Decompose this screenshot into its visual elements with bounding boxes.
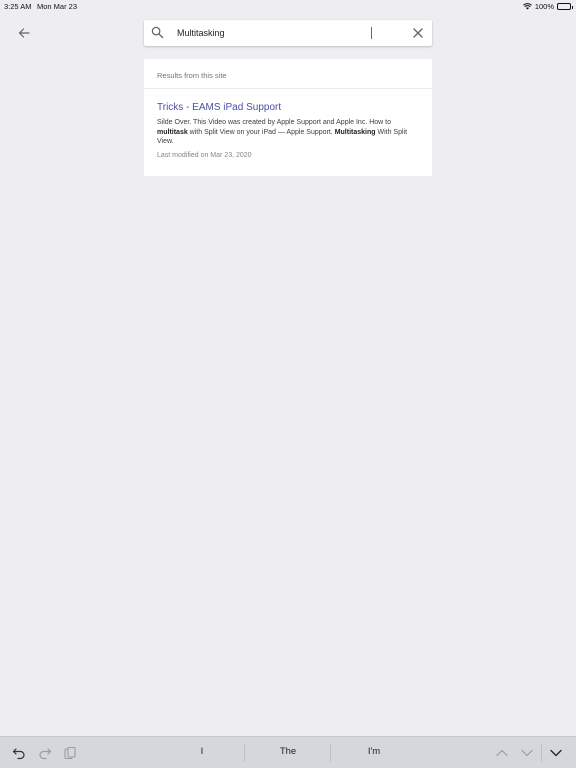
- close-icon[interactable]: [412, 27, 424, 39]
- suggestion-1[interactable]: I: [160, 746, 244, 757]
- redo-icon: [39, 748, 52, 760]
- paste-button[interactable]: [62, 745, 78, 761]
- dismiss-keyboard-button[interactable]: [548, 745, 564, 761]
- results-header: Results from this site: [144, 59, 432, 89]
- battery-icon: [557, 3, 573, 10]
- search-input[interactable]: [177, 25, 397, 41]
- result-date: Last modified on Mar 23, 2020: [157, 151, 252, 159]
- result-title-link[interactable]: Tricks - EAMS iPad Support: [157, 102, 419, 113]
- status-time: 3:25 AM: [4, 2, 32, 11]
- back-button[interactable]: [14, 23, 34, 43]
- toolbar-divider: [541, 744, 542, 762]
- status-date: Mon Mar 23: [37, 2, 78, 11]
- keyboard-shortcut-bar: I The I'm: [0, 736, 576, 768]
- status-indicators: 100%: [522, 2, 573, 11]
- undo-button[interactable]: [11, 745, 27, 761]
- status-bar: 3:25 AM Mon Mar 23 100%: [0, 0, 576, 12]
- search-icon: [151, 26, 164, 39]
- battery-percent: 100%: [534, 2, 554, 11]
- wifi-icon: [522, 3, 532, 10]
- suggestion-divider: [244, 744, 245, 762]
- suggestion-divider: [330, 744, 331, 762]
- suggestion-3[interactable]: I'm: [332, 746, 416, 757]
- keyboard-dismiss-icon: [550, 749, 562, 757]
- back-arrow-icon: [18, 28, 30, 38]
- search-box: [144, 20, 432, 46]
- text-caret: [371, 27, 372, 39]
- chevron-down-icon: [521, 749, 533, 757]
- undo-icon: [12, 748, 25, 760]
- results-card: Results from this site Tricks - EAMS iPa…: [144, 59, 432, 176]
- chevron-up-icon: [496, 749, 508, 757]
- result-snippet: Silde Over. This Video was created by Ap…: [157, 119, 408, 145]
- suggestion-2[interactable]: The: [246, 746, 330, 757]
- previous-field-button[interactable]: [494, 745, 510, 761]
- paste-icon: [64, 746, 76, 760]
- next-field-button[interactable]: [519, 745, 535, 761]
- redo-button[interactable]: [37, 745, 53, 761]
- result-item: Tricks - EAMS iPad Support Silde Over. T…: [144, 89, 432, 159]
